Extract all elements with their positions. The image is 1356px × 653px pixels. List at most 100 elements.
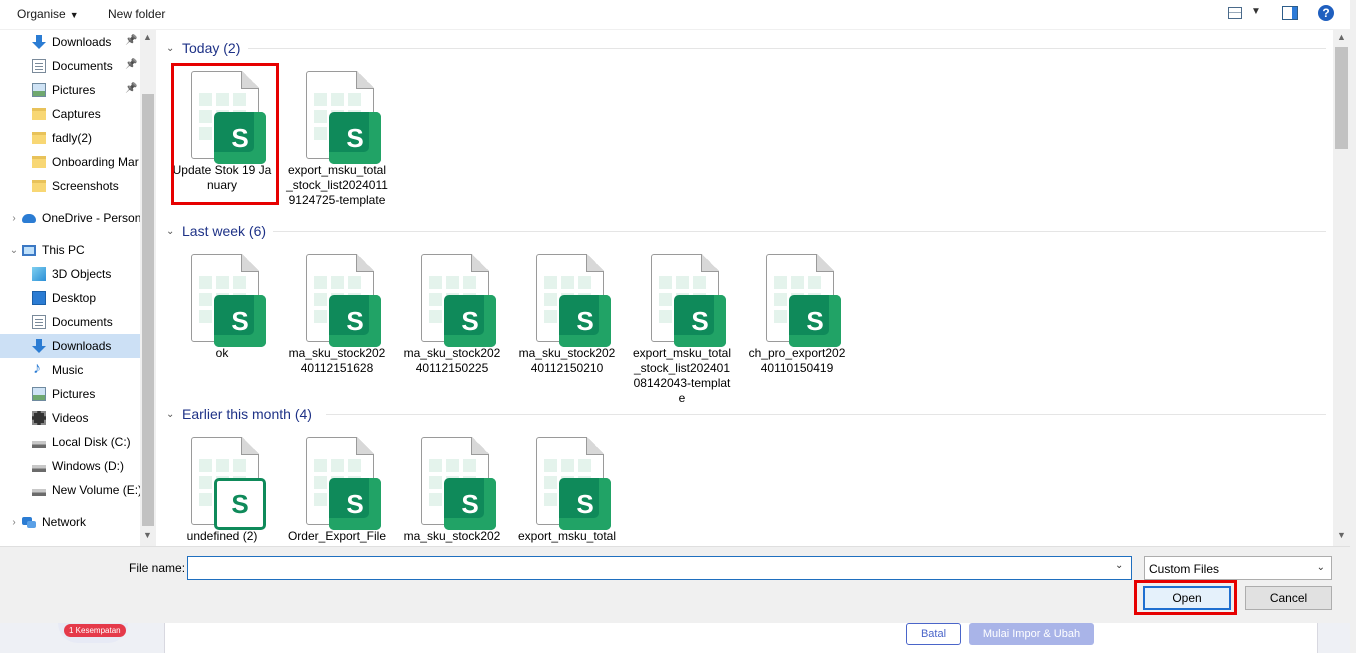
file-item[interactable]: Sch_pro_export20240110150419 (746, 246, 848, 396)
spreadsheet-file-icon: S (421, 437, 497, 530)
nav-item[interactable]: 3D Objects (0, 262, 141, 286)
nav-item[interactable]: Documents 📌 (0, 54, 141, 78)
sheet-badge-icon: S (214, 295, 266, 347)
onedrive-icon (22, 213, 36, 223)
music-icon (32, 360, 46, 378)
file-item[interactable]: Sexport_msku_total_stock_list20240108142… (631, 246, 733, 405)
nav-item[interactable]: Pictures 📌 (0, 78, 141, 102)
file-name-dropdown-icon[interactable]: ⌄ (1115, 560, 1123, 571)
nav-item[interactable]: Screenshots (0, 174, 141, 198)
pin-icon: 📌 (125, 83, 138, 94)
collapse-chevron-icon[interactable]: ⌄ (166, 43, 176, 54)
nav-item-label: New Volume (E:) (52, 483, 143, 497)
organise-button[interactable]: Organise ▼ (17, 7, 79, 21)
nav-item-label: Pictures (52, 387, 96, 401)
disk-icon (32, 464, 46, 472)
nav-item-label: Music (52, 363, 84, 377)
file-item[interactable]: Sma_sku_stock20240112151628 (286, 246, 388, 396)
file-item[interactable]: Sma_sku_stock20240112150210 (516, 246, 618, 396)
toolbar: Organise ▼ New folder ▼ ? (0, 0, 1356, 30)
content-scroll-thumb[interactable] (1335, 47, 1348, 149)
file-name: export_msku_total_stock_list202401081420… (632, 346, 732, 405)
nav-item-label: fadly(2) (52, 131, 93, 145)
file-item[interactable]: Sok (171, 246, 273, 396)
nav-item[interactable]: Desktop (0, 286, 141, 310)
spreadsheet-file-icon: S (651, 254, 727, 347)
nav-item[interactable]: › Network (0, 510, 141, 534)
mulai-impor-button[interactable]: Mulai Impor & Ubah (969, 623, 1094, 645)
nav-item[interactable]: Onboarding Mar (0, 150, 141, 174)
chevron-down-icon: ▼ (69, 10, 79, 20)
file-item[interactable]: Sexport_msku_total_stock_list20240119124… (286, 63, 388, 213)
desktop-icon (32, 291, 46, 305)
expand-chevron-icon[interactable]: ⌄ (8, 245, 20, 256)
spreadsheet-file-icon: S (306, 71, 382, 164)
file-item[interactable]: Sma_sku_stock20240112150225 (401, 246, 503, 396)
group-header[interactable]: ⌄ Last week (6) (166, 221, 266, 241)
nav-item[interactable]: ⌄ This PC (0, 238, 141, 262)
disk-icon (32, 440, 46, 448)
cancel-button[interactable]: Cancel (1245, 586, 1332, 610)
nav-item[interactable]: Local Disk (C:) (0, 430, 141, 454)
collapse-chevron-icon[interactable]: ⌄ (166, 226, 176, 237)
file-item[interactable]: Sundefined (2) (171, 429, 273, 546)
scroll-down-icon[interactable]: ▼ (143, 530, 152, 540)
file-type-value: Custom Files (1149, 562, 1220, 576)
file-item[interactable]: Sexport_msku_total (516, 429, 618, 546)
nav-item[interactable]: Downloads 📌 (0, 30, 141, 54)
sheet-badge-icon: S (444, 295, 496, 347)
expand-chevron-icon[interactable]: › (8, 517, 20, 528)
documents-icon (32, 315, 46, 329)
change-view-icon[interactable] (1228, 7, 1242, 19)
spreadsheet-file-icon: S (191, 437, 267, 530)
nav-item[interactable]: › OneDrive - Person (0, 206, 141, 230)
nav-item[interactable]: fadly(2) (0, 126, 141, 150)
file-name: undefined (2) (186, 529, 258, 543)
nav-item[interactable]: Documents (0, 310, 141, 334)
nav-scrollbar[interactable]: ▲ ▼ (140, 30, 156, 546)
expand-chevron-icon[interactable]: › (8, 213, 20, 224)
file-name: ma_sku_stock20240112151628 (288, 346, 386, 375)
file-name-input[interactable] (187, 556, 1132, 580)
spreadsheet-file-icon: S (536, 437, 612, 530)
sheet-badge-icon: S (444, 478, 496, 530)
nav-item-label: Downloads (52, 339, 112, 353)
sheet-badge-icon: S (674, 295, 726, 347)
nav-item-label: Network (42, 515, 87, 529)
background-panel (164, 623, 1318, 653)
help-icon[interactable]: ? (1318, 5, 1334, 21)
nav-item[interactable]: Downloads (0, 334, 141, 358)
group-header[interactable]: ⌄ Today (2) (166, 38, 240, 58)
nav-item-label: Pictures (52, 83, 96, 97)
view-options-chevron-icon[interactable]: ▼ (1251, 6, 1261, 17)
sheet-badge-icon: S (559, 295, 611, 347)
collapse-chevron-icon[interactable]: ⌄ (166, 409, 176, 420)
file-name: ma_sku_stock2024 (403, 529, 501, 546)
file-item[interactable]: SOrder_Export_File2 (286, 429, 388, 546)
disk-icon (32, 488, 46, 496)
organise-label: Organise (17, 7, 66, 21)
file-type-select[interactable]: Custom Files ⌄ (1144, 556, 1332, 580)
batal-button[interactable]: Batal (906, 623, 961, 645)
nav-item-label: Videos (52, 411, 89, 425)
scroll-up-icon[interactable]: ▲ (143, 32, 152, 42)
nav-item[interactable]: Windows (D:) (0, 454, 141, 478)
open-button-highlight (1134, 580, 1237, 615)
group-divider (326, 414, 1326, 415)
group-title: Last week (6) (182, 223, 267, 239)
nav-item-label: Local Disk (C:) (52, 435, 131, 449)
group-header[interactable]: ⌄ Earlier this month (4) (166, 404, 312, 424)
nav-item[interactable]: New Volume (E:) (0, 478, 143, 502)
file-item[interactable]: Sma_sku_stock2024 (401, 429, 503, 546)
nav-item[interactable]: Pictures (0, 382, 141, 406)
nav-item[interactable]: Captures (0, 102, 141, 126)
new-folder-button[interactable]: New folder (108, 7, 165, 21)
nav-scroll-thumb[interactable] (142, 94, 154, 526)
content-scrollbar[interactable]: ▲ ▼ (1333, 30, 1350, 546)
navigation-pane: Downloads 📌 Documents 📌 Pictures 📌 Captures fad… (0, 30, 156, 546)
scroll-up-icon[interactable]: ▲ (1337, 32, 1346, 42)
scroll-down-icon[interactable]: ▼ (1337, 530, 1346, 540)
preview-pane-icon[interactable] (1282, 6, 1298, 20)
nav-item[interactable]: Videos (0, 406, 141, 430)
nav-item[interactable]: Music (0, 358, 141, 382)
